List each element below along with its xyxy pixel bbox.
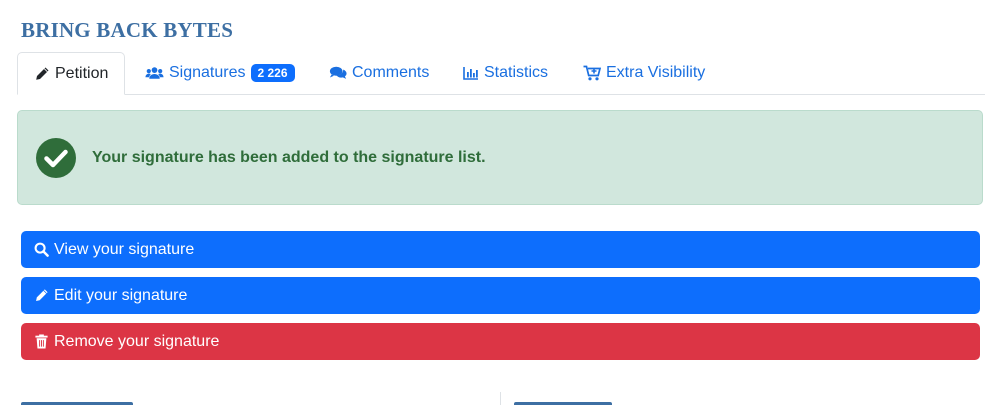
tab-extra-visibility[interactable]: Extra Visibility — [583, 52, 705, 94]
cart-plus-icon — [583, 65, 601, 81]
tab-label: Signatures — [169, 64, 246, 81]
remove-signature-label: Remove your signature — [54, 332, 220, 350]
view-signature-button[interactable]: View your signature — [21, 231, 980, 268]
tab-label: Comments — [352, 64, 430, 81]
edit-signature-label: Edit your signature — [54, 286, 188, 304]
signature-count-badge: 2 226 — [250, 64, 295, 82]
right-section-heading-partial — [514, 398, 612, 405]
tab-petition[interactable]: Petition — [17, 52, 126, 95]
view-signature-label: View your signature — [54, 240, 195, 258]
remove-signature-button[interactable]: Remove your signature — [21, 323, 980, 360]
check-circle-icon — [36, 138, 76, 178]
pencil-icon — [34, 288, 49, 303]
edit-signature-button[interactable]: Edit your signature — [21, 277, 980, 314]
tab-label: Extra Visibility — [606, 64, 706, 81]
users-icon — [145, 65, 164, 81]
column-divider — [500, 392, 501, 405]
tab-statistics[interactable]: Statistics — [463, 52, 548, 94]
tab-comments[interactable]: Comments — [329, 52, 429, 94]
success-alert: Your signature has been added to the sig… — [17, 110, 983, 205]
comments-icon — [329, 65, 347, 81]
tab-label: Statistics — [484, 64, 549, 81]
tab-label: Petition — [55, 64, 109, 82]
tab-signatures[interactable]: Signatures 2 226 — [145, 52, 295, 94]
page-title: BRING BACK BYTES — [21, 18, 234, 42]
trash-icon — [34, 334, 49, 349]
bar-chart-icon — [463, 65, 479, 81]
tab-bar: Petition Signatures 2 226 Comments Stati… — [17, 52, 985, 95]
alert-message: Your signature has been added to the sig… — [92, 149, 486, 166]
pencil-icon — [34, 66, 50, 82]
search-icon — [34, 242, 49, 257]
left-section-heading-partial — [21, 398, 133, 405]
